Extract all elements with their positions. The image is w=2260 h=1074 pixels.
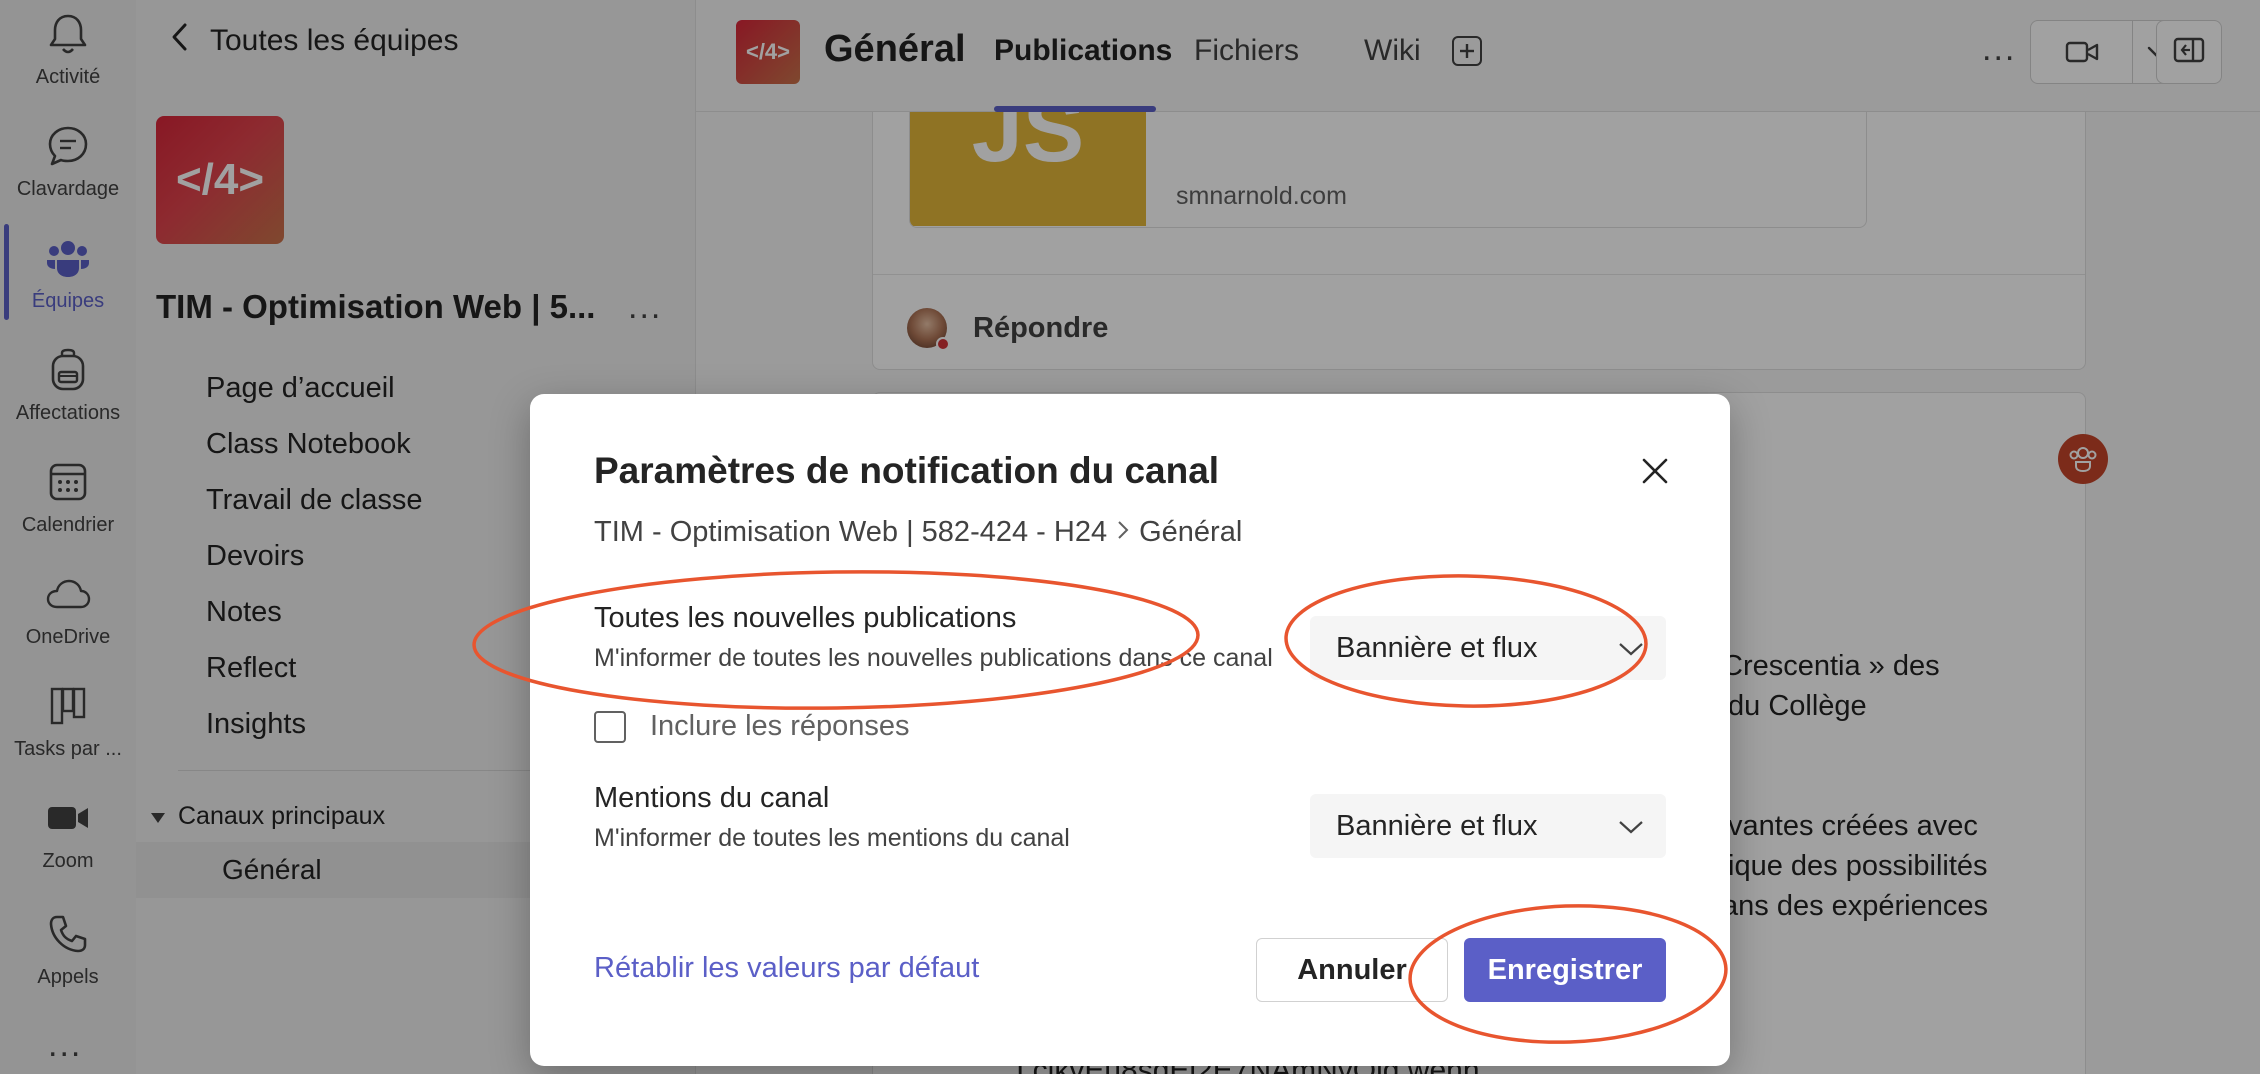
breadcrumb-team: TIM - Optimisation Web | 582-424 - H24 — [594, 516, 1108, 548]
breadcrumb-channel: Général — [1139, 516, 1243, 548]
chevron-down-icon — [1618, 632, 1644, 665]
notification-settings-dialog: Paramètres de notification du canal TIM … — [530, 394, 1730, 1066]
chevron-right-icon — [1117, 516, 1129, 549]
posts-notification-select[interactable]: Bannière et flux — [1310, 616, 1666, 680]
reset-defaults-link[interactable]: Rétablir les valeurs par défaut — [594, 952, 979, 985]
mentions-select-value: Bannière et flux — [1336, 809, 1538, 842]
mentions-setting-desc: M'informer de toutes les mentions du can… — [594, 824, 1070, 852]
dialog-title: Paramètres de notification du canal — [594, 450, 1220, 491]
mentions-notification-select[interactable]: Bannière et flux — [1310, 794, 1666, 858]
posts-setting-title: Toutes les nouvelles publications — [594, 602, 1017, 634]
checkbox-box[interactable] — [594, 710, 626, 743]
breadcrumb: TIM - Optimisation Web | 582-424 - H24 G… — [594, 516, 1242, 549]
include-replies-checkbox[interactable]: Inclure les réponses — [594, 710, 910, 743]
posts-setting-desc: M'informer de toutes les nouvelles publi… — [594, 644, 1273, 672]
cancel-button[interactable]: Annuler — [1256, 938, 1448, 1002]
posts-select-value: Bannière et flux — [1336, 631, 1538, 664]
close-button[interactable] — [1634, 452, 1676, 494]
chevron-down-icon — [1618, 810, 1644, 843]
save-button[interactable]: Enregistrer — [1464, 938, 1666, 1002]
include-replies-label: Inclure les réponses — [650, 710, 910, 742]
mentions-setting-title: Mentions du canal — [594, 782, 830, 814]
close-icon — [1641, 457, 1669, 490]
